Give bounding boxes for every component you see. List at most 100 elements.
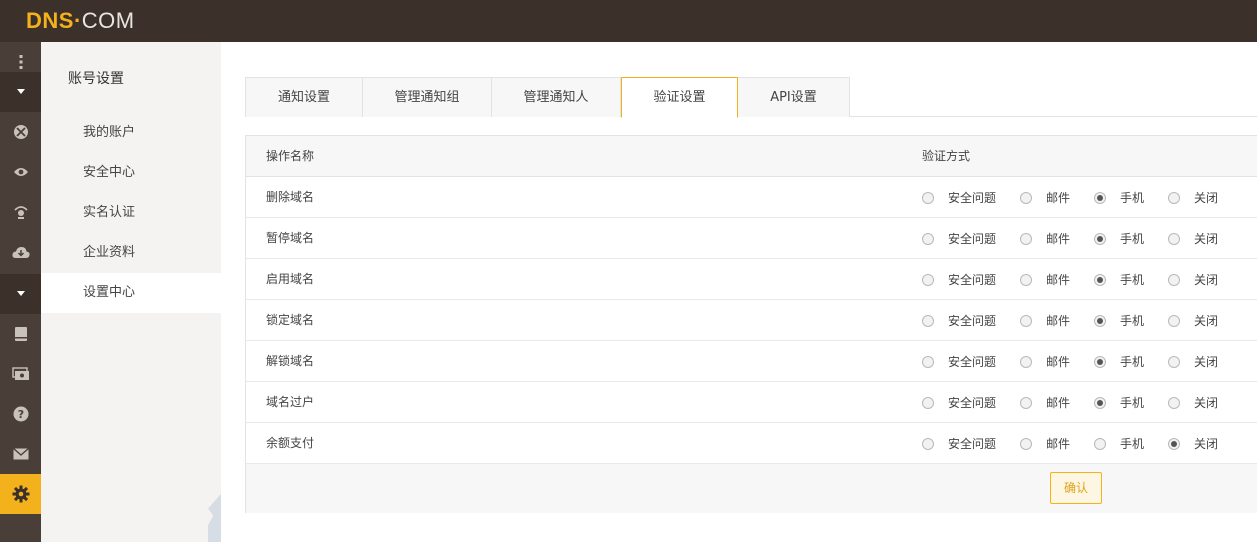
- verification-option[interactable]: 关闭: [1168, 259, 1218, 300]
- radio-button[interactable]: [1020, 355, 1032, 368]
- option-label: 关闭: [1194, 314, 1219, 328]
- verification-option[interactable]: 安全问题: [922, 341, 996, 382]
- rail-cloud-button[interactable]: [0, 232, 41, 272]
- tab-api-settings[interactable]: API设置: [738, 77, 850, 117]
- caret-down-icon: [16, 291, 25, 296]
- radio-button[interactable]: [922, 396, 934, 409]
- sidebar-item-real-name-auth[interactable]: 实名认证: [41, 193, 221, 233]
- verification-option[interactable]: 安全问题: [922, 177, 996, 218]
- verification-option[interactable]: 关闭: [1168, 382, 1218, 423]
- icon-rail: ?: [0, 42, 41, 542]
- radio-button[interactable]: [1094, 437, 1106, 450]
- rail-collapse-button-1[interactable]: [0, 72, 41, 112]
- confirm-button[interactable]: 确认: [1050, 472, 1102, 504]
- verification-option[interactable]: 关闭: [1168, 218, 1218, 259]
- rail-globe-button[interactable]: [0, 112, 41, 152]
- verification-option[interactable]: 邮件: [1020, 423, 1070, 464]
- option-label: 邮件: [1046, 314, 1071, 328]
- verification-option[interactable]: 安全问题: [922, 423, 996, 464]
- tab-manage-notification-groups[interactable]: 管理通知组: [363, 77, 492, 117]
- verification-option[interactable]: 关闭: [1168, 423, 1218, 464]
- radio-button[interactable]: [1020, 232, 1032, 245]
- option-label: 手机: [1120, 232, 1145, 246]
- radio-button[interactable]: [1168, 273, 1180, 286]
- radio-button[interactable]: [1094, 314, 1106, 327]
- radio-button[interactable]: [1020, 396, 1032, 409]
- verification-option[interactable]: 手机: [1094, 177, 1144, 218]
- verification-option[interactable]: 手机: [1094, 382, 1144, 423]
- table-header: 操作名称 验证方式: [246, 136, 1257, 177]
- verification-option[interactable]: 安全问题: [922, 218, 996, 259]
- radio-button[interactable]: [922, 314, 934, 327]
- rail-mail-button[interactable]: [0, 434, 41, 474]
- radio-button[interactable]: [1020, 314, 1032, 327]
- radio-button[interactable]: [1020, 191, 1032, 204]
- radio-button[interactable]: [1168, 314, 1180, 327]
- tab-verification-settings[interactable]: 验证设置: [621, 77, 738, 118]
- verification-option[interactable]: 邮件: [1020, 341, 1070, 382]
- verification-option[interactable]: 手机: [1094, 218, 1144, 259]
- option-label: 邮件: [1046, 232, 1071, 246]
- radio-button[interactable]: [1094, 355, 1106, 368]
- option-label: 关闭: [1194, 191, 1219, 205]
- radio-button[interactable]: [1094, 191, 1106, 204]
- rail-monitor-button[interactable]: [0, 192, 41, 232]
- radio-button[interactable]: [922, 273, 934, 286]
- dns-com-logo[interactable]: DNS·COM: [26, 8, 135, 34]
- radio-button[interactable]: [1168, 232, 1180, 245]
- verification-table: 操作名称 验证方式 删除域名 安全问题 邮件 手机 关闭 暂停域名 安全问题 邮件 手机 关闭 启用…: [245, 135, 1257, 513]
- operation-name: 删除域名: [266, 190, 315, 204]
- verification-option[interactable]: 邮件: [1020, 300, 1070, 341]
- radio-button[interactable]: [922, 232, 934, 245]
- radio-button[interactable]: [922, 437, 934, 450]
- radio-button[interactable]: [1020, 273, 1032, 286]
- radio-button[interactable]: [922, 355, 934, 368]
- operation-name: 解锁域名: [266, 354, 315, 368]
- sidebar-item-company-info[interactable]: 企业资料: [41, 233, 221, 273]
- radio-button[interactable]: [1094, 396, 1106, 409]
- verification-option[interactable]: 手机: [1094, 300, 1144, 341]
- radio-button[interactable]: [1020, 437, 1032, 450]
- verification-option[interactable]: 安全问题: [922, 382, 996, 423]
- radio-button[interactable]: [1094, 232, 1106, 245]
- option-label: 安全问题: [948, 437, 997, 451]
- verification-option[interactable]: 手机: [1094, 259, 1144, 300]
- operation-name: 余额支付: [266, 436, 315, 450]
- verification-option[interactable]: 关闭: [1168, 341, 1218, 382]
- verification-option[interactable]: 邮件: [1020, 382, 1070, 423]
- option-label: 关闭: [1194, 355, 1219, 369]
- cloud-icon: [11, 246, 30, 258]
- tab-notification-settings[interactable]: 通知设置: [245, 77, 363, 117]
- option-label: 手机: [1120, 355, 1145, 369]
- radio-button[interactable]: [1168, 191, 1180, 204]
- radio-button[interactable]: [1094, 273, 1106, 286]
- radio-button[interactable]: [922, 191, 934, 204]
- sidebar-item-settings-center[interactable]: 设置中心: [41, 273, 221, 313]
- radio-button[interactable]: [1168, 396, 1180, 409]
- tab-manage-notification-contacts[interactable]: 管理通知人: [492, 77, 621, 117]
- help-icon: ?: [13, 406, 28, 422]
- radio-button[interactable]: [1168, 437, 1180, 450]
- verification-option[interactable]: 关闭: [1168, 177, 1218, 218]
- sidebar-item-security-center[interactable]: 安全中心: [41, 153, 221, 193]
- sidebar-item-my-account[interactable]: 我的账户: [41, 113, 221, 153]
- rail-collapse-button-2[interactable]: [0, 274, 41, 314]
- rail-settings-button[interactable]: [0, 474, 41, 514]
- radio-button[interactable]: [1168, 355, 1180, 368]
- verification-option[interactable]: 安全问题: [922, 300, 996, 341]
- option-label: 安全问题: [948, 396, 997, 410]
- verification-option[interactable]: 手机: [1094, 341, 1144, 382]
- verification-option[interactable]: 邮件: [1020, 218, 1070, 259]
- verification-option[interactable]: 安全问题: [922, 259, 996, 300]
- verification-option[interactable]: 手机: [1094, 423, 1144, 464]
- verification-option[interactable]: 邮件: [1020, 259, 1070, 300]
- svg-text:?: ?: [17, 408, 23, 421]
- verification-option[interactable]: 邮件: [1020, 177, 1070, 218]
- verification-option[interactable]: 关闭: [1168, 300, 1218, 341]
- rail-money-button[interactable]: [0, 354, 41, 394]
- table-row: 暂停域名 安全问题 邮件 手机 关闭: [246, 218, 1257, 259]
- option-label: 关闭: [1194, 437, 1219, 451]
- rail-help-button[interactable]: ?: [0, 394, 41, 434]
- rail-eye-button[interactable]: [0, 152, 41, 192]
- rail-book-button[interactable]: [0, 314, 41, 354]
